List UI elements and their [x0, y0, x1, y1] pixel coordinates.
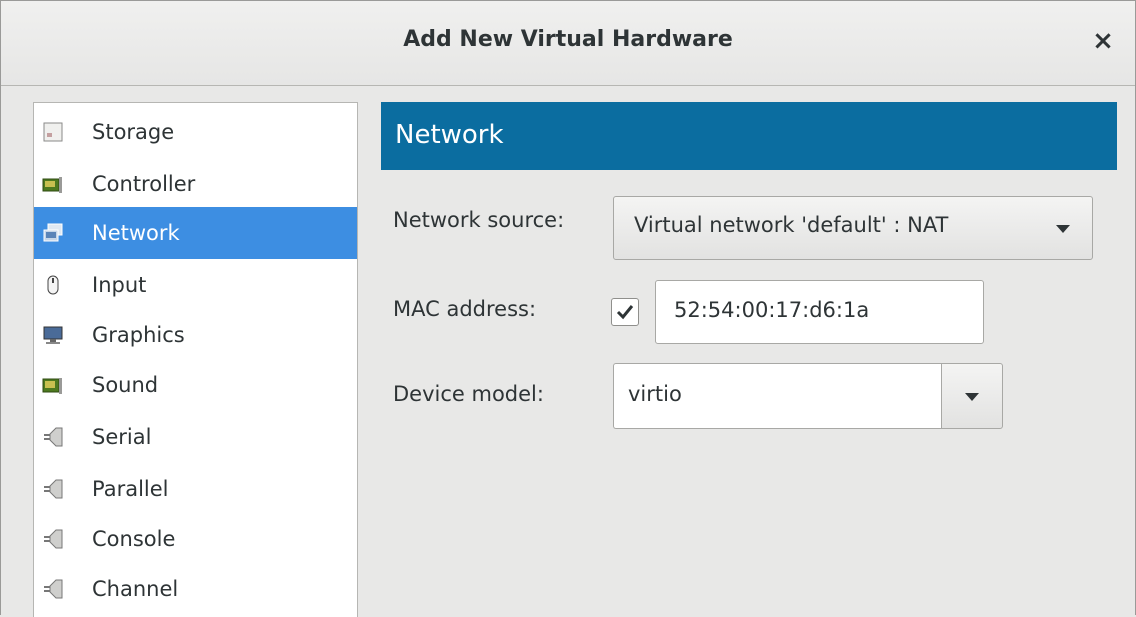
sidebar-item-label: Sound [92, 373, 159, 397]
port-icon [44, 427, 63, 447]
network-icon [43, 223, 63, 242]
mac-address-input[interactable]: 52:54:00:17:d6:1a [655, 280, 984, 344]
mac-address-checkbox[interactable] [611, 298, 639, 326]
device-model-label: Device model: [393, 382, 544, 406]
mac-address-value: 52:54:00:17:d6:1a [674, 298, 870, 322]
port-icon [44, 479, 63, 499]
network-source-label: Network source: [393, 208, 565, 232]
hardware-type-list: Storage Controller Network Input Graphic… [33, 102, 358, 617]
sidebar-item-label: Channel [92, 577, 179, 601]
section-header: Network [381, 102, 1117, 170]
device-model-value: virtio [628, 382, 682, 406]
sound-card-icon [42, 378, 62, 394]
chevron-down-icon [965, 393, 979, 401]
port-icon [44, 579, 63, 599]
sidebar-item-label: Network [92, 221, 180, 245]
chevron-down-icon [1056, 225, 1070, 233]
sidebar-item-serial[interactable]: Serial [34, 411, 357, 463]
network-source-dropdown[interactable]: Virtual network 'default' : NAT [613, 196, 1093, 260]
controller-icon [42, 177, 62, 193]
title-bar: Add New Virtual Hardware × [1, 1, 1135, 86]
sidebar-item-input[interactable]: Input [34, 259, 357, 311]
network-source-value: Virtual network 'default' : NAT [634, 213, 949, 237]
close-icon[interactable]: × [1087, 25, 1119, 57]
storage-icon [43, 122, 63, 142]
sidebar-item-console[interactable]: Console [34, 513, 357, 565]
sidebar-item-parallel[interactable]: Parallel [34, 463, 357, 515]
window-title: Add New Virtual Hardware [403, 27, 733, 52]
checkmark-icon [616, 305, 634, 320]
sidebar-item-label: Serial [92, 425, 152, 449]
mouse-icon [47, 275, 59, 295]
sidebar-item-storage[interactable]: Storage [34, 106, 357, 158]
sidebar-item-sound[interactable]: Sound [34, 359, 357, 411]
sidebar-item-label: Controller [92, 172, 196, 196]
monitor-icon [43, 326, 63, 344]
mac-address-label: MAC address: [393, 297, 537, 321]
sidebar-item-label: Parallel [92, 477, 169, 501]
sidebar-item-channel[interactable]: Channel [34, 563, 357, 615]
port-icon [44, 529, 63, 549]
device-model-input[interactable]: virtio [613, 363, 942, 429]
sidebar-item-label: Console [92, 527, 176, 551]
device-model-dropdown-button[interactable] [941, 363, 1003, 429]
sidebar-item-label: Input [92, 273, 147, 297]
sidebar-item-label: Graphics [92, 323, 185, 347]
section-title: Network [395, 120, 504, 150]
sidebar-item-network[interactable]: Network [34, 207, 357, 259]
sidebar-item-controller[interactable]: Controller [34, 158, 357, 210]
sidebar-item-label: Storage [92, 120, 175, 144]
sidebar-item-graphics[interactable]: Graphics [34, 309, 357, 361]
